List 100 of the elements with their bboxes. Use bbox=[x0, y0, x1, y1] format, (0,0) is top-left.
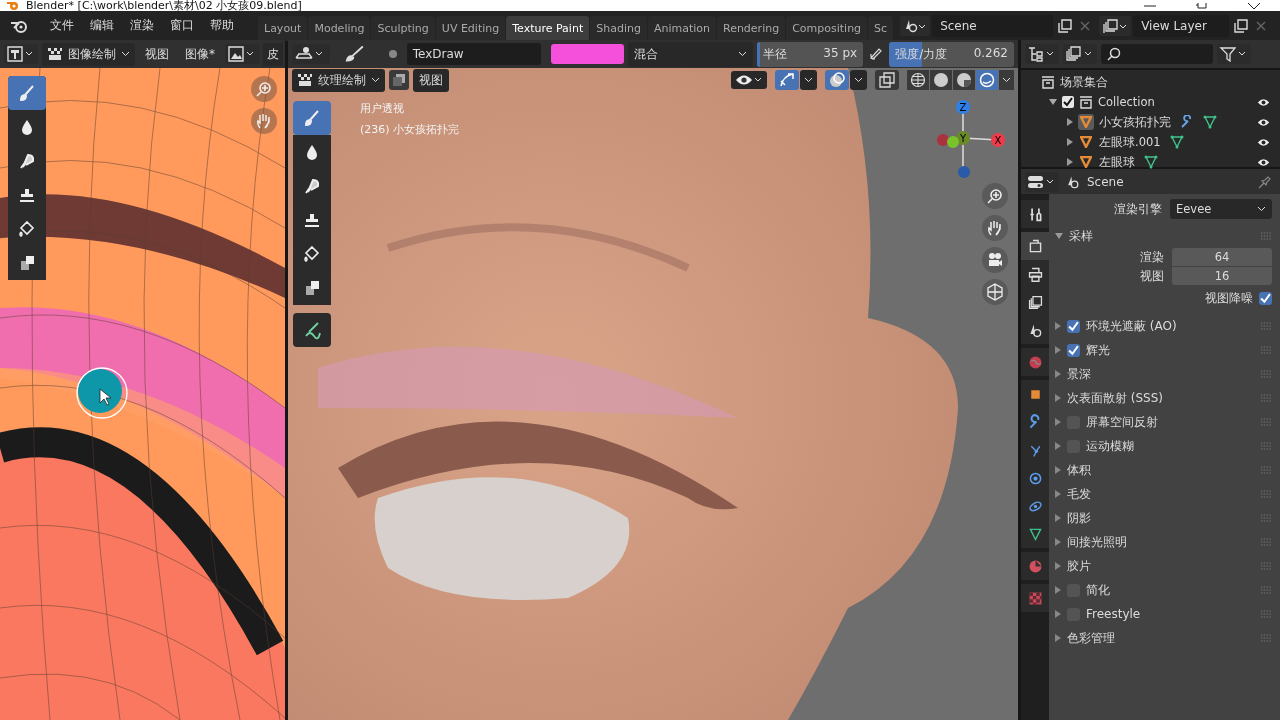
search-field[interactable] bbox=[1101, 44, 1213, 64]
texture-tab[interactable] bbox=[1021, 584, 1049, 612]
drag-handle-icon[interactable] bbox=[1260, 466, 1272, 474]
panel-title[interactable]: 阴影 bbox=[1067, 509, 1091, 527]
workspace-tab[interactable]: Shading bbox=[590, 15, 647, 41]
menu-item[interactable]: 窗口 bbox=[162, 18, 202, 33]
visibility-dropdown[interactable] bbox=[731, 71, 767, 89]
collapse-arrow-icon[interactable] bbox=[1055, 232, 1063, 240]
drag-handle-icon[interactable] bbox=[1260, 490, 1272, 498]
outliner-item[interactable]: 场景集合 bbox=[1060, 74, 1108, 90]
drag-handle-icon[interactable] bbox=[1260, 322, 1272, 330]
expand-arrow-icon[interactable] bbox=[1067, 158, 1073, 166]
material-tab[interactable] bbox=[1021, 552, 1049, 580]
menu-item[interactable]: 文件 bbox=[42, 18, 82, 33]
drag-handle-icon[interactable] bbox=[1260, 514, 1272, 522]
wireframe-shading-button[interactable] bbox=[907, 70, 929, 90]
mesh-data-tab[interactable] bbox=[1021, 520, 1049, 548]
menu-item[interactable]: 渲染 bbox=[122, 18, 162, 33]
solid-shading-button[interactable] bbox=[930, 70, 952, 90]
output-tab[interactable] bbox=[1021, 260, 1049, 288]
eye-icon[interactable] bbox=[1257, 137, 1270, 147]
tool-settings-dropdown[interactable] bbox=[292, 44, 330, 64]
drag-handle-icon[interactable] bbox=[1260, 538, 1272, 546]
rendered-shading-button[interactable] bbox=[976, 70, 998, 90]
outliner-item[interactable]: 左眼球.001 bbox=[1099, 134, 1161, 150]
camera-button[interactable] bbox=[982, 247, 1008, 273]
expand-arrow-icon[interactable] bbox=[1055, 562, 1061, 570]
drag-handle-icon[interactable] bbox=[1260, 394, 1272, 402]
outliner-item[interactable]: 左眼球 bbox=[1099, 154, 1135, 170]
checkbox[interactable] bbox=[1067, 343, 1080, 357]
image-browse-dropdown[interactable] bbox=[225, 44, 259, 64]
view-menu[interactable]: 视图 bbox=[413, 68, 449, 92]
mesh-data-icon[interactable] bbox=[1144, 155, 1158, 169]
panel-title[interactable]: Freestyle bbox=[1086, 607, 1141, 621]
outliner-item[interactable]: Collection bbox=[1098, 95, 1155, 109]
axis-gizmo[interactable]: Z Y X bbox=[918, 98, 1008, 188]
expand-arrow-icon[interactable] bbox=[1055, 514, 1061, 522]
display-mode-dropdown[interactable] bbox=[1025, 44, 1059, 64]
checkbox[interactable] bbox=[1062, 96, 1074, 108]
checkbox[interactable] bbox=[1067, 319, 1080, 333]
panel-title[interactable]: 屏幕空间反射 bbox=[1086, 413, 1158, 431]
expand-arrow-icon[interactable] bbox=[1055, 538, 1061, 546]
menu-item[interactable]: 帮助 bbox=[202, 18, 242, 33]
mode-dropdown[interactable]: 图像绘制 bbox=[42, 42, 135, 66]
expand-arrow-icon[interactable] bbox=[1055, 466, 1061, 474]
panel-title[interactable]: 间接光照明 bbox=[1067, 533, 1127, 551]
number-field[interactable]: 16 bbox=[1172, 267, 1272, 285]
scene-tab[interactable] bbox=[1021, 316, 1049, 344]
eye-icon[interactable] bbox=[1257, 97, 1270, 107]
view-layer-name-field[interactable]: View Layer bbox=[1133, 14, 1230, 37]
menu-item[interactable]: 编辑 bbox=[82, 18, 122, 33]
caret-dropdown[interactable] bbox=[999, 70, 1014, 90]
render-tab[interactable] bbox=[1021, 232, 1049, 260]
number-field[interactable]: 64 bbox=[1172, 248, 1272, 266]
panel-title[interactable]: 运动模糊 bbox=[1086, 437, 1134, 455]
color-swatch[interactable] bbox=[550, 44, 625, 64]
drag-handle-icon[interactable] bbox=[1260, 634, 1272, 642]
workspace-tab[interactable]: Texture Paint bbox=[506, 15, 590, 41]
panel-title[interactable]: 辉光 bbox=[1086, 341, 1110, 359]
blender-logo-icon[interactable] bbox=[10, 18, 28, 33]
paint-tool-button[interactable] bbox=[293, 135, 331, 169]
workspace-tab[interactable]: Layout bbox=[258, 15, 308, 41]
pin-icon[interactable] bbox=[1258, 174, 1272, 189]
filter-dropdown[interactable] bbox=[1217, 44, 1251, 64]
drag-handle-icon[interactable] bbox=[1260, 370, 1272, 378]
expand-arrow-icon[interactable] bbox=[1055, 634, 1061, 642]
minimize-icon[interactable] bbox=[1144, 2, 1156, 9]
expand-arrow-icon[interactable] bbox=[1055, 490, 1061, 498]
gizmo-toggle[interactable] bbox=[775, 70, 799, 90]
scene-name-field[interactable]: Scene bbox=[932, 14, 1054, 37]
paint-tool-button[interactable] bbox=[293, 313, 331, 347]
workspace-tab[interactable]: UV Editing bbox=[435, 15, 506, 41]
material-shading-button[interactable] bbox=[953, 70, 975, 90]
object-tab[interactable] bbox=[1021, 380, 1049, 408]
paint-tool-button[interactable] bbox=[293, 271, 331, 305]
mesh-data-icon[interactable] bbox=[1203, 115, 1217, 129]
mode-dropdown[interactable]: 纹理绘制 bbox=[292, 68, 385, 92]
drag-handle-icon[interactable] bbox=[1260, 610, 1272, 618]
panel-title[interactable]: 体积 bbox=[1067, 461, 1091, 479]
brush-name-field[interactable]: TexDraw bbox=[406, 43, 541, 65]
expand-arrow-icon[interactable] bbox=[1055, 418, 1061, 426]
grid-view-button[interactable] bbox=[982, 279, 1008, 305]
expand-arrow-icon[interactable] bbox=[1055, 442, 1061, 450]
panel-title[interactable]: 毛发 bbox=[1067, 485, 1091, 503]
wrench-icon[interactable] bbox=[1180, 115, 1194, 129]
workspace-tab[interactable]: Compositing bbox=[786, 15, 868, 41]
panel-title[interactable]: 胶片 bbox=[1067, 557, 1091, 575]
panel-title[interactable]: 简化 bbox=[1086, 581, 1110, 599]
workspace-tab[interactable]: Modeling bbox=[308, 15, 371, 41]
zoom-button[interactable] bbox=[982, 183, 1008, 209]
header-menu[interactable]: 视图 bbox=[139, 45, 175, 63]
panel-title[interactable]: 色彩管理 bbox=[1067, 629, 1115, 647]
mask-toggle[interactable] bbox=[389, 70, 409, 90]
zoom-button[interactable] bbox=[251, 76, 277, 102]
expand-arrow-icon[interactable] bbox=[1055, 322, 1061, 330]
caret-dropdown[interactable] bbox=[850, 70, 867, 90]
outliner-item[interactable]: 小女孩拓扑完 bbox=[1099, 114, 1171, 130]
workspace-tab[interactable]: Sculpting bbox=[371, 15, 435, 41]
image-name-field[interactable]: 皮 bbox=[263, 42, 283, 66]
caret-dropdown[interactable] bbox=[800, 70, 817, 90]
